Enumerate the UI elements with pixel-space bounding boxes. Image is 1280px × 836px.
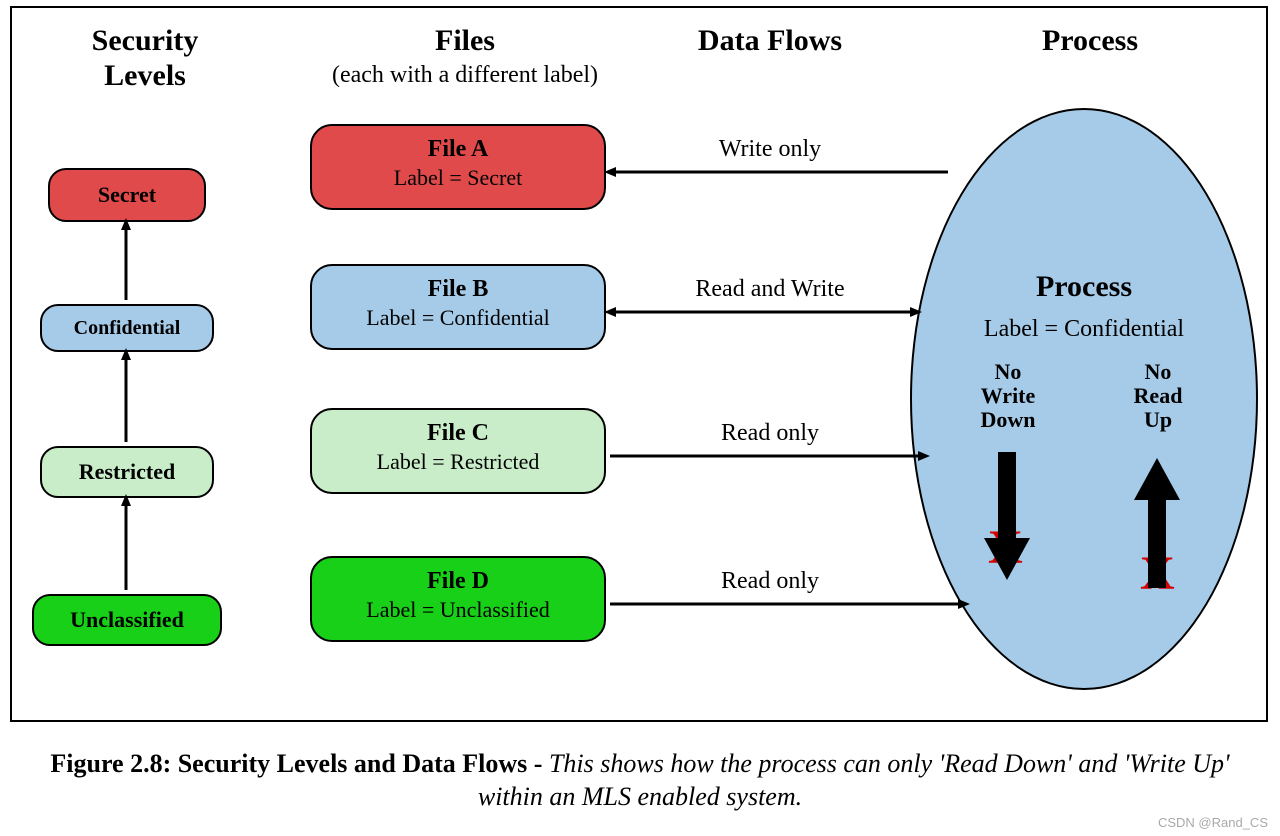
header-files-sub: (each with a different label) (300, 62, 630, 89)
caption-body: This shows how the process can only 'Rea… (478, 749, 1230, 811)
file-b-title: File B (312, 274, 604, 304)
file-d-label: Label = Unclassified (312, 596, 604, 624)
flow-label-1: Read and Write (640, 276, 900, 303)
flow-label-3: Read only (660, 568, 880, 595)
file-b: File B Label = Confidential (310, 264, 606, 350)
file-a: File A Label = Secret (310, 124, 606, 210)
header-files: Files (340, 24, 590, 59)
file-a-title: File A (312, 134, 604, 164)
file-c-title: File C (312, 418, 604, 448)
file-d-title: File D (312, 566, 604, 596)
process-title: Process (910, 270, 1258, 304)
flow-label-0: Write only (660, 136, 880, 163)
level-secret: Secret (48, 168, 206, 222)
file-b-label: Label = Confidential (312, 304, 604, 332)
file-c: File C Label = Restricted (310, 408, 606, 494)
process-label: Label = Confidential (910, 316, 1258, 343)
header-security-levels: Security Levels (50, 24, 240, 93)
flow-label-2: Read only (660, 420, 880, 447)
level-unclassified: Unclassified (32, 594, 222, 646)
watermark: CSDN @Rand_CS (1158, 815, 1268, 830)
x-mark-read-up: X (1140, 546, 1175, 601)
level-confidential: Confidential (40, 304, 214, 352)
caption-lead: Figure 2.8: Security Levels and Data Flo… (50, 749, 549, 778)
file-a-label: Label = Secret (312, 164, 604, 192)
file-d: File D Label = Unclassified (310, 556, 606, 642)
process-rule-no-write-down: No Write Down (948, 360, 1068, 433)
level-restricted: Restricted (40, 446, 214, 498)
x-mark-write-down: X (988, 520, 1023, 575)
file-c-label: Label = Restricted (312, 448, 604, 476)
header-data-flows: Data Flows (660, 24, 880, 59)
process-rule-no-read-up: No Read Up (1098, 360, 1218, 433)
header-process: Process (980, 24, 1200, 59)
figure-caption: Figure 2.8: Security Levels and Data Flo… (50, 748, 1230, 813)
